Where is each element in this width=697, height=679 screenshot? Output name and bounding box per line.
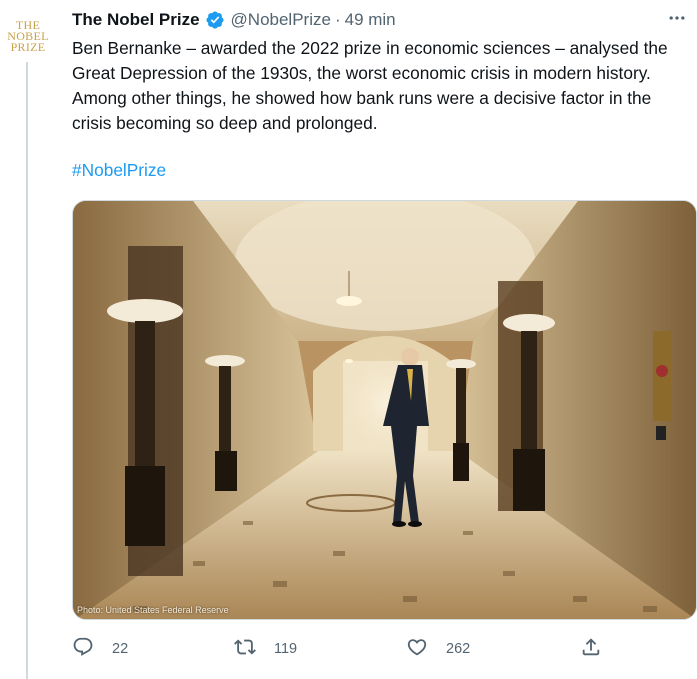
- hallway-photo: [73, 201, 696, 619]
- tweet-actions: 22 119 262: [72, 636, 612, 664]
- more-icon[interactable]: [667, 8, 687, 33]
- avatar[interactable]: THE NOBEL PRIZE: [0, 14, 56, 58]
- retweet-button[interactable]: 119: [234, 636, 297, 662]
- hashtag-link[interactable]: #NobelPrize: [72, 160, 166, 181]
- like-count: 262: [446, 641, 471, 657]
- verified-badge-icon: [205, 10, 225, 30]
- tweet-header: The Nobel Prize @NobelPrize · 49 min: [72, 9, 396, 31]
- share-icon: [580, 636, 620, 662]
- author-handle[interactable]: @NobelPrize: [231, 10, 331, 30]
- reply-icon: [72, 636, 112, 662]
- separator-dot: ·: [334, 10, 341, 29]
- share-button[interactable]: [580, 636, 620, 662]
- retweet-icon: [234, 636, 274, 662]
- tweet-timestamp[interactable]: 49 min: [345, 10, 396, 30]
- avatar-logo-line: PRIZE: [10, 39, 46, 54]
- tweet-text: Ben Bernanke – awarded the 2022 prize in…: [72, 38, 668, 133]
- tweet-photo[interactable]: Photo: United States Federal Reserve: [72, 200, 697, 620]
- reply-button[interactable]: 22: [72, 636, 128, 662]
- reply-count: 22: [112, 641, 129, 657]
- thread-line: [26, 62, 28, 679]
- photo-credit: Photo: United States Federal Reserve: [77, 605, 229, 615]
- retweet-count: 119: [274, 641, 298, 657]
- like-button[interactable]: 262: [406, 636, 470, 662]
- author-name[interactable]: The Nobel Prize: [72, 10, 200, 30]
- like-icon: [406, 636, 446, 662]
